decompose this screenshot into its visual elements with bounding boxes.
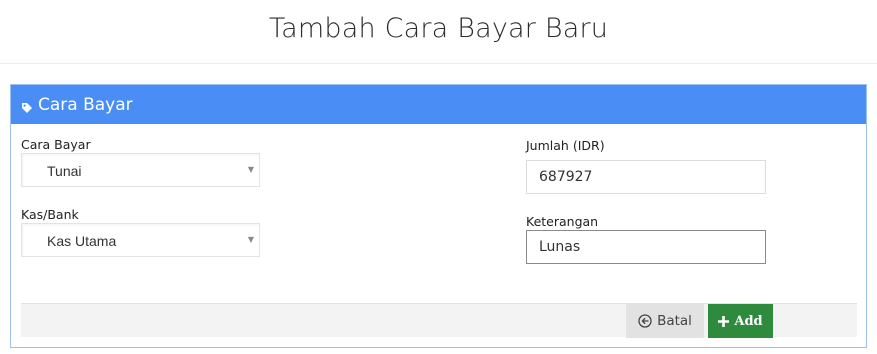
- kas-bank-value: Kas Utama: [47, 233, 117, 249]
- page-title: Tambah Cara Bayar Baru: [268, 13, 609, 44]
- add-button[interactable]: Add: [708, 304, 773, 338]
- add-button-label: Add: [734, 313, 763, 329]
- kas-bank-label: Kas/Bank: [21, 207, 79, 222]
- arrow-left-circle-icon: [638, 314, 652, 328]
- keterangan-input[interactable]: [526, 230, 766, 264]
- cancel-button[interactable]: Batal: [626, 304, 704, 338]
- kas-bank-select[interactable]: Kas Utama ▼: [21, 223, 260, 257]
- cara-bayar-value: Tunai: [47, 163, 82, 179]
- jumlah-label: Jumlah (IDR): [526, 138, 605, 153]
- tag-icon: [21, 99, 33, 113]
- cara-bayar-select[interactable]: Tunai ▼: [21, 153, 260, 187]
- panel-title: Cara Bayar: [38, 94, 133, 115]
- keterangan-label: Keterangan: [526, 214, 599, 229]
- chevron-down-icon: ▼: [247, 165, 254, 174]
- panel-heading: Cara Bayar: [11, 85, 866, 124]
- jumlah-input[interactable]: [526, 160, 766, 194]
- cara-bayar-panel: Cara Bayar Cara Bayar Tunai ▼ Kas/Bank K…: [10, 84, 867, 348]
- page-header: Tambah Cara Bayar Baru: [0, 0, 877, 64]
- chevron-down-icon: ▼: [247, 235, 254, 244]
- form-actions-bar: Batal Add: [21, 303, 857, 338]
- cara-bayar-label: Cara Bayar: [21, 137, 91, 152]
- cancel-button-label: Batal: [657, 313, 692, 329]
- plus-icon: [718, 315, 730, 327]
